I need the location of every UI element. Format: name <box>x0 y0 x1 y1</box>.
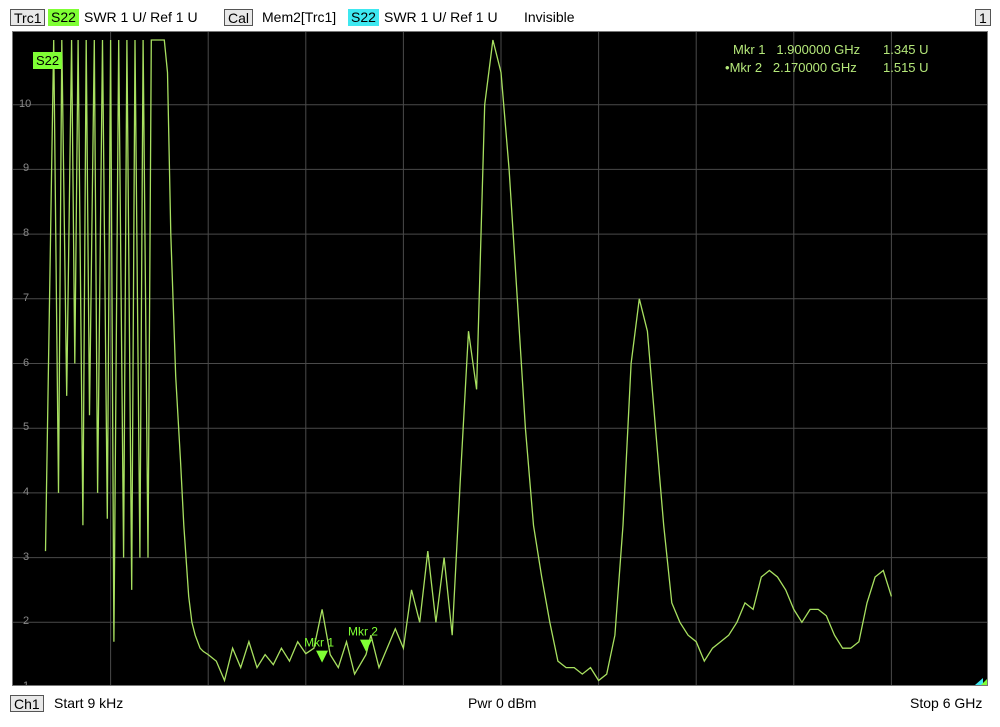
marker-2-value: 1.515 U <box>883 60 929 75</box>
marker-1-label: Mkr 1 <box>304 636 334 650</box>
power-level[interactable]: Pwr 0 dBm <box>468 695 536 712</box>
mem-param-chip[interactable]: S22 <box>348 9 379 26</box>
stop-frequency[interactable]: Stop 6 GHz <box>910 695 982 712</box>
marker-2-readout[interactable]: •Mkr 2 2.170000 GHz 1.515 U <box>725 60 929 75</box>
marker-2-label: Mkr 2 <box>348 625 378 639</box>
mem-label[interactable]: Mem2[Trc1] <box>262 9 336 26</box>
swr-trace-line[interactable] <box>44 39 893 683</box>
y-tick-label: 7 <box>23 291 30 304</box>
window-number[interactable]: 1 <box>975 9 991 26</box>
trace-param-chip[interactable]: S22 <box>48 9 79 26</box>
trace-diagram[interactable]: Mkr 1 Mkr 2 S22 Mkr 1 1.900000 GHz 1.345 … <box>12 31 988 686</box>
memory-trace-indicator <box>975 678 983 685</box>
y-tick-label: 2 <box>23 615 30 628</box>
y-tick-label: 10 <box>19 97 32 110</box>
mem-state: Invisible <box>524 9 575 25</box>
marker-2-freq: 2.170000 GHz <box>772 60 857 75</box>
trace-badge[interactable]: S22 <box>33 52 63 69</box>
swr-chart: Mkr 1 Mkr 2 <box>13 32 987 685</box>
channel-label[interactable]: Ch1 <box>10 695 44 712</box>
trace-label[interactable]: Trc1 <box>10 9 46 26</box>
channel-info-bar: Ch1 Start 9 kHz Pwr 0 dBm Stop 6 GHz <box>0 693 1000 715</box>
marker-1-triangle[interactable] <box>316 650 329 663</box>
marker-2-name: Mkr 2 <box>729 60 763 75</box>
y-tick-label: 3 <box>23 550 30 563</box>
trace-format[interactable]: SWR 1 U/ Ref 1 U <box>84 9 198 26</box>
vna-window: Trc1 S22 SWR 1 U/ Ref 1 U Cal Mem2[Trc1]… <box>0 0 1000 727</box>
mem-format[interactable]: SWR 1 U/ Ref 1 U <box>384 9 498 26</box>
y-tick-label: 8 <box>23 227 30 240</box>
y-tick-label: 5 <box>23 421 30 434</box>
marker-1-readout[interactable]: Mkr 1 1.900000 GHz 1.345 U <box>733 42 929 57</box>
trace-info-bar: Trc1 S22 SWR 1 U/ Ref 1 U Cal Mem2[Trc1]… <box>0 7 1000 29</box>
marker-1-name: Mkr 1 <box>733 42 766 57</box>
trace-cal[interactable]: Cal <box>224 9 254 26</box>
marker-1-value: 1.345 U <box>883 42 929 57</box>
start-frequency[interactable]: Start 9 kHz <box>54 695 123 712</box>
y-tick-label: 1 <box>23 680 30 686</box>
y-tick-label: 4 <box>23 485 30 498</box>
marker-1-freq: 1.900000 GHz <box>776 42 861 57</box>
marker-2-triangle[interactable] <box>359 639 372 652</box>
y-tick-label: 9 <box>23 162 30 175</box>
y-tick-label: 6 <box>23 356 30 369</box>
